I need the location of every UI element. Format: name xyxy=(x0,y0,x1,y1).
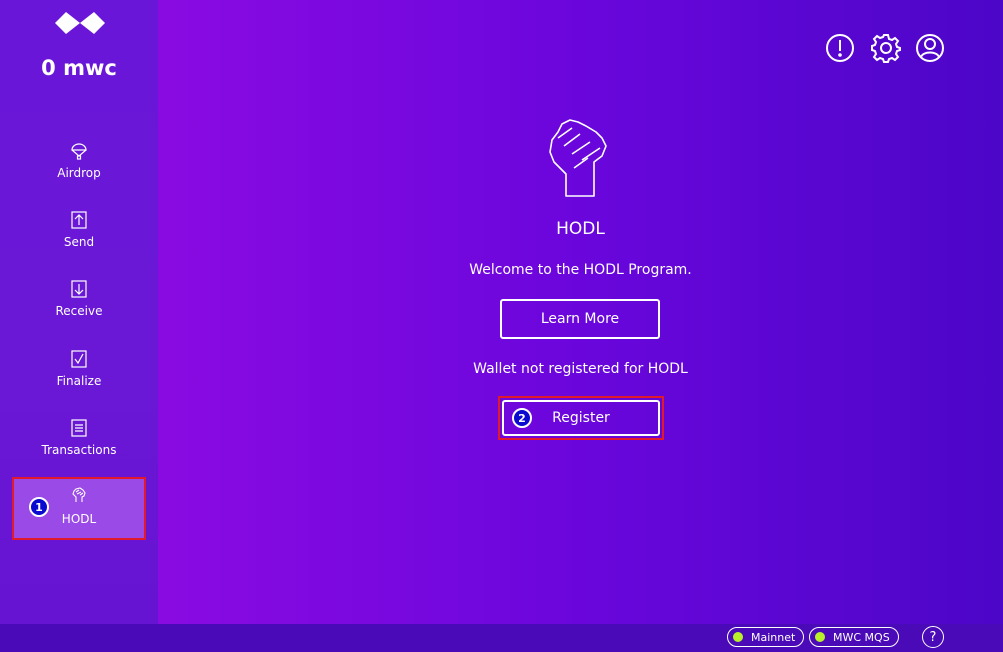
sidebar-item-transactions[interactable]: Transactions xyxy=(0,417,158,477)
sidebar-item-airdrop[interactable]: Airdrop xyxy=(0,140,158,200)
sidebar-item-send[interactable]: Send xyxy=(0,209,158,269)
status-indicator xyxy=(733,632,743,642)
document-list-icon xyxy=(71,419,87,437)
status-bar: Mainnet MWC MQS ? xyxy=(0,624,1003,652)
learn-more-button[interactable]: Learn More xyxy=(500,299,660,339)
mqs-status-badge[interactable]: MWC MQS xyxy=(809,627,899,647)
sidebar-item-finalize[interactable]: Finalize xyxy=(0,348,158,408)
sidebar-item-label: Send xyxy=(63,235,95,249)
sidebar-item-label: Finalize xyxy=(56,374,102,388)
receive-arrow-down-icon xyxy=(71,280,87,298)
help-icon[interactable]: ? xyxy=(922,626,944,648)
sidebar-item-label: HODL xyxy=(61,512,97,526)
annotation-marker-2: 2 xyxy=(512,408,532,428)
send-arrow-up-icon xyxy=(71,211,87,229)
network-label: Mainnet xyxy=(751,630,796,644)
wallet-balance: 0 mwc xyxy=(41,56,117,80)
annotation-marker-1: 1 xyxy=(29,497,49,517)
gear-icon[interactable] xyxy=(871,33,901,63)
fist-icon xyxy=(549,119,607,197)
welcome-text: Welcome to the HODL Program. xyxy=(469,262,692,278)
registration-status-text: Wallet not registered for HODL xyxy=(473,361,688,377)
sidebar-item-receive[interactable]: Receive xyxy=(0,278,158,338)
sidebar-item-label: Receive xyxy=(55,304,103,318)
parachute-icon xyxy=(71,143,87,160)
network-status-badge[interactable]: Mainnet xyxy=(727,627,805,647)
mqs-label: MWC MQS xyxy=(833,630,890,644)
fist-icon xyxy=(72,487,86,502)
mwc-logo-icon xyxy=(55,12,105,34)
sidebar-item-label: Airdrop xyxy=(57,166,101,180)
main-content: HODL Welcome to the HODL Program. Learn … xyxy=(158,0,1003,624)
status-indicator xyxy=(815,632,825,642)
user-account-icon[interactable] xyxy=(915,33,945,63)
sidebar-item-label: Transactions xyxy=(41,443,117,457)
info-icon[interactable] xyxy=(825,33,855,63)
page-title: HODL xyxy=(556,219,605,239)
sidebar: 0 mwc Airdrop Send Receive Finalize Tran… xyxy=(0,0,158,624)
finalize-check-icon xyxy=(71,350,87,368)
